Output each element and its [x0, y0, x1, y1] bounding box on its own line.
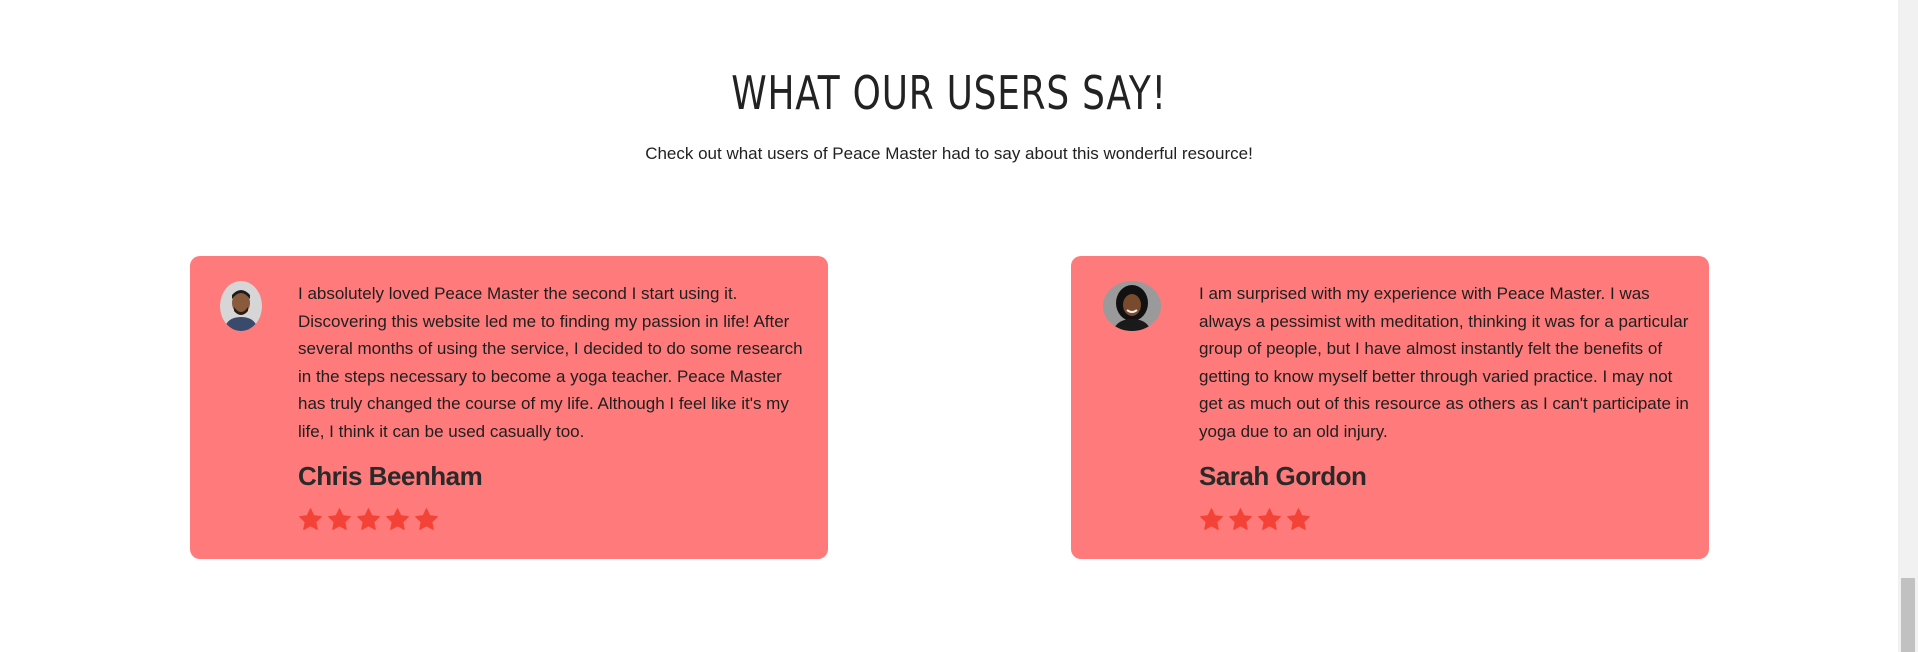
- avatar: [220, 281, 262, 331]
- section-subtitle: Check out what users of Peace Master had…: [645, 144, 1253, 163]
- page-scrollbar[interactable]: [1898, 0, 1918, 652]
- star-icon: [1287, 508, 1310, 530]
- scrollbar-thumb[interactable]: [1901, 578, 1915, 652]
- testimonial-card-sarah-gordon: I am surprised with my experience with P…: [1071, 256, 1709, 559]
- star-icon: [1258, 508, 1281, 530]
- testimonials-section: WHAT OUR USERS SAY! Check out what users…: [0, 0, 1898, 652]
- star-icon: [415, 508, 438, 530]
- star-icon: [357, 508, 380, 530]
- avatar: [1103, 281, 1161, 331]
- page: WHAT OUR USERS SAY! Check out what users…: [0, 0, 1918, 652]
- star-rating: [298, 507, 439, 532]
- testimonial-author: Sarah Gordon: [1199, 461, 1367, 491]
- star-icon: [386, 508, 409, 530]
- star-icon: [1200, 508, 1223, 530]
- testimonial-author: Chris Beenham: [298, 461, 483, 491]
- star-rating: [1199, 507, 1311, 532]
- star-icon: [1229, 508, 1252, 530]
- star-icon: [328, 508, 351, 530]
- testimonial-quote: I absolutely loved Peace Master the seco…: [298, 284, 803, 441]
- person-avatar-icon: [220, 281, 262, 331]
- section-title: WHAT OUR USERS SAY!: [731, 66, 1167, 120]
- testimonial-quote: I am surprised with my experience with P…: [1199, 284, 1689, 441]
- person-avatar-icon: [1103, 281, 1161, 331]
- testimonial-card-chris-beenham: I absolutely loved Peace Master the seco…: [190, 256, 828, 559]
- star-icon: [299, 508, 322, 530]
